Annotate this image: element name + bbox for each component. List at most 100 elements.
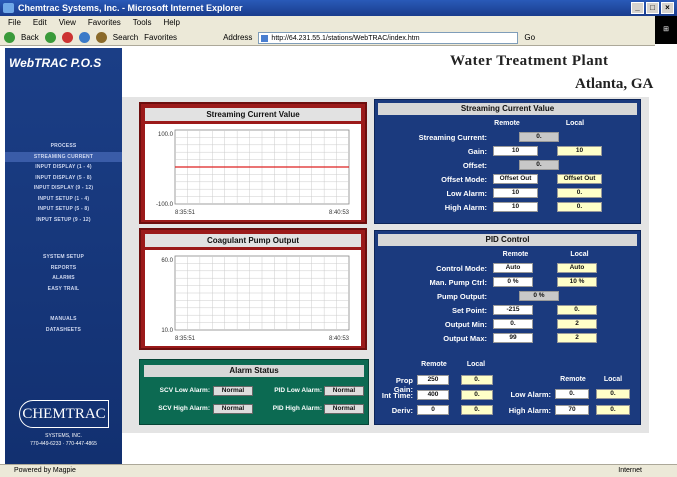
ie-icon	[3, 3, 14, 13]
window-titlebar: Chemtrac Systems, Inc. - Microsoft Inter…	[0, 0, 677, 16]
offset-mode-remote-select[interactable]: Offset Out	[493, 174, 538, 184]
prop-gain-local-field[interactable]: 0.	[461, 375, 493, 385]
pid-high-alarm-status-label: PID High Alarm:	[272, 405, 322, 412]
x-end-label: 8:40:53	[329, 336, 350, 342]
nav-docs-group: MANUALS DATASHEETS	[5, 314, 122, 335]
nav-input-setup-2[interactable]: INPUT SETUP (5 - 8)	[5, 204, 122, 215]
x-start-label: 8:35:51	[175, 210, 196, 216]
scv-low-alarm-status[interactable]: Normal	[213, 386, 253, 396]
man-pump-ctrl-remote-field[interactable]: 0 %	[493, 277, 533, 287]
menu-view[interactable]: View	[59, 16, 76, 30]
offset-value: 0.	[519, 160, 559, 170]
nav-input-display-2[interactable]: INPUT DISPLAY (5 - 8)	[5, 173, 122, 184]
control-mode-label: Control Mode:	[436, 264, 487, 273]
menu-file[interactable]: File	[8, 16, 21, 30]
deriv-local-field[interactable]: 0.	[461, 405, 493, 415]
go-button[interactable]: Go	[524, 33, 535, 42]
forward-icon[interactable]	[44, 32, 56, 43]
control-mode-local-select[interactable]: Auto	[557, 263, 597, 273]
nav-easy-trail[interactable]: EASY TRAIL	[5, 284, 122, 295]
home-icon[interactable]	[95, 32, 107, 43]
nav-manuals[interactable]: MANUALS	[5, 314, 122, 325]
nav-input-setup-3[interactable]: INPUT SETUP (9 - 12)	[5, 215, 122, 226]
back-button[interactable]: Back	[21, 33, 39, 42]
nav-reports[interactable]: REPORTS	[5, 263, 122, 274]
output-min-remote-field[interactable]: 0.	[493, 319, 533, 329]
nav-input-display-1[interactable]: INPUT DISPLAY (1 - 4)	[5, 162, 122, 173]
search-button[interactable]: Search	[113, 33, 138, 42]
offset-label: Offset:	[462, 161, 487, 170]
streaming-current-panel: Streaming Current Value Remote Local Str…	[374, 99, 641, 224]
output-max-local-field[interactable]: 2	[557, 333, 597, 343]
menu-edit[interactable]: Edit	[33, 16, 47, 30]
brand-title: WebTRAC P.O.S	[9, 56, 102, 70]
menu-favorites[interactable]: Favorites	[88, 16, 121, 30]
prop-gain-remote-field[interactable]: 250	[417, 375, 449, 385]
nav-streaming-current[interactable]: STREAMING CURRENT	[5, 151, 122, 162]
output-max-remote-field[interactable]: 99	[493, 333, 533, 343]
nav-process[interactable]: PROCESS	[5, 141, 122, 152]
address-bar[interactable]: http://64.231.55.1/stations/WebTRAC/inde…	[258, 31, 519, 44]
maximize-button[interactable]: □	[646, 2, 659, 14]
pump-output-label: Pump Output:	[437, 292, 487, 301]
favorites-button[interactable]: Favorites	[144, 33, 177, 42]
offset-mode-local-select[interactable]: Offset Out	[557, 174, 602, 184]
tune-col-remote: Remote	[421, 361, 447, 368]
pid-low-alarm-local-field[interactable]: 0.	[596, 389, 630, 399]
y-min-label: -100.0	[156, 202, 174, 208]
gain-remote-field[interactable]: 10	[493, 146, 538, 156]
streaming-current-label: Streaming Current:	[418, 133, 487, 142]
pid-high-alarm-local-field[interactable]: 0.	[596, 405, 630, 415]
pid-high-alarm-remote-field[interactable]: 70	[555, 405, 589, 415]
coagulant-pump-plot: 60.0 10.08:35:51 8:40:53	[161, 255, 350, 342]
col-local: Local	[565, 120, 585, 127]
man-pump-ctrl-local-field[interactable]: 10 %	[557, 277, 597, 287]
pid-high-alarm-status[interactable]: Normal	[324, 404, 364, 414]
nav-alarms[interactable]: ALARMS	[5, 273, 122, 284]
page-title: Water Treatment Plant	[450, 53, 609, 69]
pid-low-alarm-status[interactable]: Normal	[324, 386, 364, 396]
high-alarm-remote-field[interactable]: 10	[493, 202, 538, 212]
gain-local-field[interactable]: 10	[557, 146, 602, 156]
menu-help[interactable]: Help	[163, 16, 179, 30]
status-bar: Powered by Magpie Internet	[0, 464, 677, 477]
high-alarm-label: High Alarm:	[444, 203, 487, 212]
refresh-icon[interactable]	[78, 32, 90, 43]
low-alarm-remote-field[interactable]: 10	[493, 188, 538, 198]
back-icon[interactable]	[4, 32, 15, 43]
set-point-local-field[interactable]: 0.	[557, 305, 597, 315]
logo-company: SYSTEMS, INC.	[45, 433, 82, 439]
scv-high-alarm-status[interactable]: Normal	[213, 404, 253, 414]
int-time-remote-field[interactable]: 400	[417, 390, 449, 400]
control-mode-remote-select[interactable]: Auto	[493, 263, 533, 273]
status-text: Powered by Magpie	[14, 467, 76, 474]
stop-icon[interactable]	[61, 32, 73, 43]
coagulant-pump-chart: Coagulant Pump Output 60.0 10.0 8:35:51 8:4…	[139, 228, 367, 350]
output-min-local-field[interactable]: 2	[557, 319, 597, 329]
logo-phone: 770-449-6233 · 770-447-4865	[30, 441, 97, 447]
col-local: Local	[570, 251, 589, 258]
zone-indicator: Internet	[618, 467, 642, 474]
nav-input-setup-1[interactable]: INPUT SETUP (1 - 4)	[5, 194, 122, 205]
scv-low-alarm-label: SCV Low Alarm:	[159, 387, 210, 394]
scv-high-alarm-label: SCV High Alarm:	[158, 405, 210, 412]
menu-tools[interactable]: Tools	[133, 16, 152, 30]
streaming-current-plot: 100.0 -100.08:35:51 8:40:53	[156, 129, 350, 216]
nav-input-display-3[interactable]: INPUT DISPLAY (9 - 12)	[5, 183, 122, 194]
nav-system-setup[interactable]: SYSTEM SETUP	[5, 252, 122, 263]
alarm-col-remote: Remote	[560, 376, 586, 383]
chemtrac-logo: CHEMTRAC	[19, 400, 109, 428]
high-alarm-local-field[interactable]: 0.	[557, 202, 602, 212]
int-time-label: Int Time:	[381, 391, 413, 400]
set-point-remote-field[interactable]: -215	[493, 305, 533, 315]
minimize-button[interactable]: _	[631, 2, 644, 14]
chart-plot-area: 60.0 10.0 8:35:51 8:40:53	[145, 250, 361, 346]
deriv-remote-field[interactable]: 0	[417, 405, 449, 415]
pid-low-alarm-remote-field[interactable]: 0.	[555, 389, 589, 399]
nav-datasheets[interactable]: DATASHEETS	[5, 325, 122, 336]
close-button[interactable]: ×	[661, 2, 674, 14]
int-time-local-field[interactable]: 0.	[461, 390, 493, 400]
alarm-col-local: Local	[603, 376, 623, 383]
low-alarm-local-field[interactable]: 0.	[557, 188, 602, 198]
sidebar: WebTRAC P.O.S PROCESS STREAMING CURRENT …	[5, 48, 122, 464]
